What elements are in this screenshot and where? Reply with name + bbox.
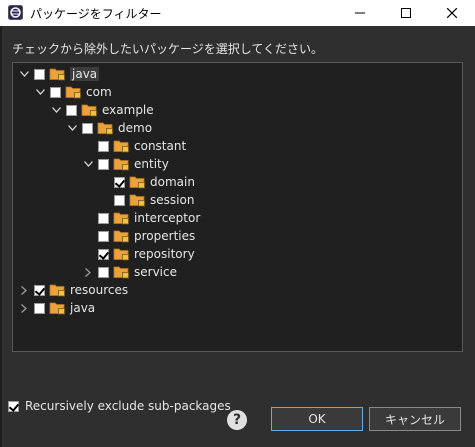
recursive-label: Recursively exclude sub-packages — [25, 399, 231, 413]
package-checkbox[interactable] — [82, 122, 93, 134]
package-folder-icon — [113, 212, 129, 225]
chevron-right-icon[interactable] — [81, 263, 95, 281]
tree-row[interactable]: session — [97, 191, 194, 209]
package-label: example — [102, 103, 154, 117]
tree-row[interactable]: resources — [17, 281, 128, 299]
recursive-option[interactable]: Recursively exclude sub-packages — [8, 399, 231, 413]
tree-row[interactable]: service — [81, 263, 177, 281]
package-folder-icon — [113, 248, 129, 261]
package-folder-icon — [113, 140, 129, 153]
chevron-down-icon[interactable] — [65, 119, 79, 137]
package-label: properties — [134, 229, 196, 243]
chevron-right-icon[interactable] — [17, 299, 31, 317]
instruction-text: チェックから除外したいパッケージを選択してください。 — [12, 42, 324, 56]
package-folder-icon — [129, 194, 145, 207]
package-label: constant — [134, 139, 187, 153]
tree-row[interactable]: com — [33, 83, 112, 101]
package-folder-icon — [49, 68, 65, 81]
package-checkbox[interactable] — [66, 104, 77, 116]
package-label: entity — [134, 157, 169, 171]
chevron-right-icon[interactable] — [17, 281, 31, 299]
package-checkbox[interactable] — [98, 266, 109, 278]
package-label: demo — [118, 121, 153, 135]
tree-row[interactable]: entity — [81, 155, 169, 173]
maximize-icon — [401, 8, 411, 18]
close-icon — [447, 8, 457, 18]
chevron-down-icon[interactable] — [33, 83, 47, 101]
minimize-button[interactable] — [337, 0, 383, 26]
tree-row[interactable]: constant — [81, 137, 186, 155]
package-label: java — [70, 301, 96, 315]
package-label: interceptor — [134, 211, 201, 225]
package-label: resources — [70, 283, 129, 297]
package-folder-icon — [97, 122, 113, 135]
tree-row[interactable]: repository — [81, 245, 195, 263]
tree-row[interactable]: interceptor — [81, 209, 200, 227]
recursive-checkbox[interactable] — [8, 400, 19, 412]
chevron-down-icon[interactable] — [81, 155, 95, 173]
package-folder-icon — [113, 158, 129, 171]
package-checkbox[interactable] — [34, 284, 45, 296]
chevron-down-icon[interactable] — [49, 101, 63, 119]
help-icon[interactable]: ? — [227, 410, 247, 430]
maximize-button[interactable] — [383, 0, 429, 26]
tree-row[interactable]: demo — [65, 119, 152, 137]
close-button[interactable] — [429, 0, 475, 26]
cancel-button[interactable]: キャンセル — [369, 407, 461, 431]
tree-row[interactable]: java — [17, 299, 95, 317]
package-folder-icon — [129, 176, 145, 189]
window-edge — [0, 26, 2, 447]
tree-row[interactable]: example — [49, 101, 154, 119]
package-folder-icon — [49, 302, 65, 315]
title-bar: パッケージをフィルター — [0, 0, 475, 26]
package-label: com — [86, 85, 112, 99]
package-checkbox[interactable] — [50, 86, 61, 98]
app-icon — [8, 5, 23, 20]
package-label: java — [70, 67, 100, 81]
package-tree[interactable]: java com example demo constant entity domain se… — [12, 62, 463, 352]
minimize-icon — [355, 12, 365, 14]
package-label: domain — [150, 175, 195, 189]
tree-row[interactable]: java — [17, 65, 100, 83]
package-folder-icon — [65, 86, 81, 99]
package-folder-icon — [81, 104, 97, 117]
tree-row[interactable]: properties — [81, 227, 195, 245]
package-checkbox[interactable] — [98, 230, 109, 242]
window-title: パッケージをフィルター — [30, 7, 162, 21]
package-checkbox[interactable] — [98, 248, 109, 260]
chevron-down-icon[interactable] — [17, 65, 31, 83]
ok-button[interactable]: OK — [271, 407, 363, 431]
package-label: session — [150, 193, 195, 207]
tree-row[interactable]: domain — [97, 173, 195, 191]
package-checkbox[interactable] — [114, 176, 125, 188]
package-folder-icon — [49, 284, 65, 297]
package-checkbox[interactable] — [98, 212, 109, 224]
package-checkbox[interactable] — [98, 140, 109, 152]
package-folder-icon — [113, 266, 129, 279]
package-label: repository — [134, 247, 195, 261]
package-checkbox[interactable] — [114, 194, 125, 206]
package-folder-icon — [113, 230, 129, 243]
package-checkbox[interactable] — [34, 302, 45, 314]
package-label: service — [134, 265, 177, 279]
package-checkbox[interactable] — [98, 158, 109, 170]
package-checkbox[interactable] — [34, 68, 45, 80]
